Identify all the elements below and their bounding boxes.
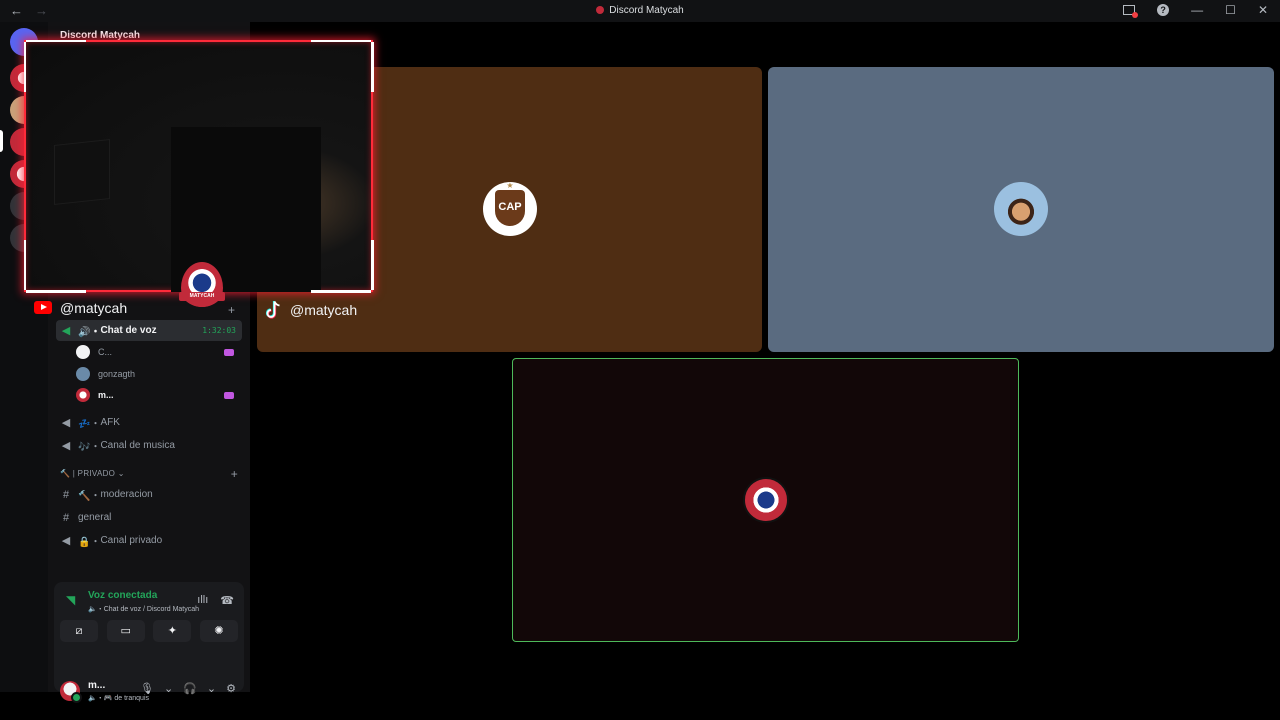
selected-server-pill	[0, 130, 3, 152]
back-arrow-icon[interactable]: ←	[10, 3, 23, 18]
hash-icon: #	[62, 511, 70, 524]
add-channel-icon[interactable]: +	[231, 467, 238, 481]
frame-corner	[311, 290, 371, 293]
video-tile[interactable]	[768, 67, 1274, 352]
speaker-icon: ◀	[61, 416, 71, 429]
voice-user-name: C...	[98, 347, 113, 357]
speaker-icon: ◀	[61, 534, 71, 547]
frame-corner	[371, 240, 374, 290]
channel-label: Chat de voz	[100, 325, 157, 336]
headphones-icon[interactable]: 🎧	[183, 682, 197, 695]
activity-icon	[224, 348, 234, 356]
star-icon: ★	[506, 181, 514, 190]
chevron-down-icon[interactable]: ⌄	[207, 682, 216, 695]
channel-label: Canal de musica	[100, 440, 175, 451]
voice-buttons: ⧄ ▭ ✦ ✺	[60, 620, 238, 642]
soundboard-button[interactable]: ✺	[199, 620, 238, 642]
frame-corner	[23, 240, 26, 290]
window-title-text: Discord Matycah	[609, 5, 684, 16]
title-bar: ← → Discord Matycah ? — ☐ ✕	[0, 0, 1280, 22]
voice-user[interactable]: m...	[76, 385, 242, 405]
youtube-handle-text: @matycah	[60, 300, 128, 316]
channel-chat-de-voz[interactable]: ◀ 🔊・ Chat de voz 1:32:03	[56, 320, 242, 341]
tiktok-handle: @matycah	[264, 300, 357, 320]
speaker-icon: ◀	[61, 324, 71, 337]
user-controls: 🎙 ⌄ 🎧 ⌄ ⚙	[140, 682, 236, 695]
wall-frame	[54, 139, 110, 205]
avatar	[76, 345, 90, 359]
add-channel-icon[interactable]: +	[228, 303, 235, 317]
activities-button[interactable]: ✦	[153, 620, 192, 642]
youtube-icon	[34, 301, 52, 314]
channel-general[interactable]: # general	[56, 507, 242, 528]
nav-buttons: ← →	[10, 3, 48, 18]
channel-prefix: 🔨・	[78, 491, 101, 502]
user-panel: m... 🔈・🎮 de tranquis 🎙 ⌄ 🎧 ⌄ ⚙	[54, 672, 244, 710]
hash-icon: #	[62, 488, 70, 501]
avatar	[76, 388, 90, 402]
channel-prefix: 💤・	[78, 419, 101, 430]
avatar: ★ CAP	[483, 181, 537, 236]
channel-label: moderacion	[100, 489, 153, 500]
microphone-icon[interactable]: 🎙	[140, 682, 154, 695]
screen-share-button[interactable]: ▭	[106, 620, 145, 642]
noise-suppression-icon[interactable]: ıllı	[197, 594, 208, 607]
call-timer: 1:32:03	[202, 326, 236, 335]
signal-icon[interactable]: ◥	[66, 594, 78, 606]
username[interactable]: m...	[88, 680, 105, 691]
chevron-down-icon[interactable]: ⌄	[164, 682, 173, 695]
channel-prefix: 🔊・	[78, 327, 101, 338]
voice-channel-path[interactable]: 🔈・Chat de voz / Discord Matycah	[88, 604, 199, 614]
category-label: 🔨 | PRIVADO ⌄	[60, 469, 125, 478]
disconnect-icon[interactable]: ☎	[220, 594, 234, 607]
channel-afk[interactable]: ◀ 💤・ AFK	[56, 412, 242, 433]
tiktok-icon	[265, 301, 280, 319]
avatar	[76, 367, 90, 381]
window-controls: ? — ☐ ✕	[1123, 3, 1268, 18]
voice-panel-actions: ıllı ☎	[197, 594, 234, 607]
webcam-overlay	[23, 39, 374, 293]
minimize-button[interactable]: —	[1191, 3, 1203, 17]
frame-corner	[311, 39, 371, 42]
frame-corner	[26, 39, 86, 42]
channel-label: AFK	[100, 417, 120, 428]
voice-user-name: m...	[98, 390, 114, 400]
tiktok-handle-text: @matycah	[290, 302, 358, 318]
avatar	[994, 182, 1048, 236]
avatar[interactable]	[60, 681, 82, 703]
channel-prefix: 🎶・	[78, 442, 101, 453]
voice-user-name: gonzagth	[98, 369, 136, 379]
close-button[interactable]: ✕	[1258, 3, 1268, 17]
window-title: Discord Matycah	[0, 5, 1280, 16]
voice-status[interactable]: Voz conectada	[88, 590, 157, 601]
channel-canal-privado[interactable]: ◀ 🔒・ Canal privado	[56, 530, 242, 551]
forward-arrow-icon[interactable]: →	[35, 3, 48, 18]
help-icon[interactable]: ?	[1157, 4, 1170, 16]
channel-label: Canal privado	[100, 535, 163, 546]
avatar	[743, 477, 789, 523]
channel-label: general	[78, 512, 112, 523]
logo-ribbon: MATYCAH	[179, 292, 225, 301]
screen-share-icon[interactable]	[1123, 5, 1139, 18]
speaker-icon: ◀	[61, 439, 71, 452]
voice-user[interactable]: C...	[76, 342, 242, 362]
youtube-handle: @matycah	[34, 300, 127, 316]
avatar-label: CAP	[498, 201, 522, 213]
channel-prefix: 🔒・	[78, 537, 101, 548]
frame-corner	[371, 42, 374, 92]
camera-button[interactable]: ⧄	[60, 620, 98, 642]
activity-icon	[224, 391, 234, 399]
voice-user[interactable]: gonzagth	[76, 364, 242, 384]
category-privado[interactable]: 🔨 | PRIVADO ⌄ +	[60, 467, 238, 481]
channel-moderacion[interactable]: # 🔨・ moderacion	[56, 484, 242, 505]
maximize-button[interactable]: ☐	[1225, 3, 1236, 17]
server-dot-icon	[596, 6, 605, 14]
channel-canal-de-musica[interactable]: ◀ 🎶・ Canal de musica	[56, 435, 242, 456]
frame-corner	[23, 42, 26, 92]
video-tile-speaking[interactable]	[512, 358, 1019, 642]
channel-logo: MATYCAH	[179, 262, 225, 314]
frame-corner	[26, 290, 86, 293]
gear-icon[interactable]: ⚙	[226, 682, 236, 695]
